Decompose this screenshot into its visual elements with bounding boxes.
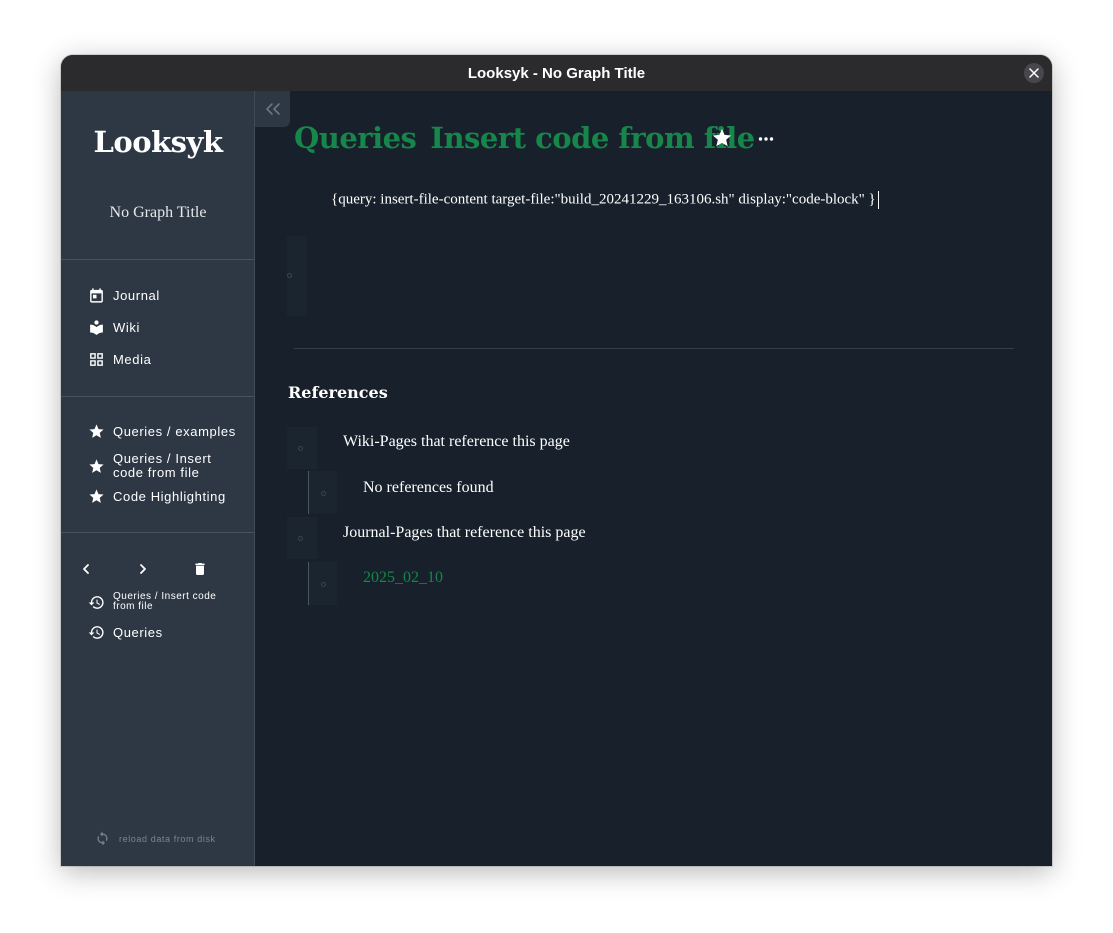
block-bullet: [298, 446, 303, 451]
main-content: Queries Insert code from file {query: ins…: [256, 91, 1052, 866]
sidebar-divider: [61, 396, 255, 397]
favourite-label: Queries / examples: [113, 424, 236, 439]
sidebar-divider: [61, 259, 255, 260]
block-bullet: [298, 536, 303, 541]
star-icon: [89, 458, 104, 473]
history-label: Queries / Insert code from file: [113, 591, 217, 612]
nav-journal[interactable]: Journal: [88, 287, 160, 304]
text-caret: [877, 191, 879, 209]
journal-reference-link[interactable]: 2025_02_10: [363, 569, 443, 587]
calendar-icon: [90, 288, 103, 303]
history-icon: [88, 626, 104, 639]
trash-icon: [195, 563, 205, 575]
history-icon: [88, 595, 104, 609]
nav-media[interactable]: Media: [88, 351, 151, 368]
page-title-part[interactable]: Queries: [294, 121, 417, 155]
reload-button[interactable]: reload data from disk: [95, 831, 216, 846]
block-bullet: [321, 491, 326, 496]
reload-label: reload data from disk: [119, 833, 216, 844]
favourite-toggle-button[interactable]: [711, 127, 733, 149]
query-block-text: {query: insert-file-content target-file:…: [331, 191, 876, 208]
nav-wiki-label: Wiki: [113, 320, 140, 335]
more-horizontal-icon: [758, 137, 774, 141]
star-icon: [712, 128, 732, 147]
wiki-references-label: Wiki-Pages that reference this page: [343, 433, 570, 450]
history-back-button[interactable]: [77, 560, 95, 578]
close-icon: [1029, 68, 1039, 78]
references-title: References: [288, 383, 388, 402]
sidebar: Looksyk No Graph Title Journal Wiki Medi…: [61, 91, 255, 866]
journal-references-label: Journal-Pages that reference this page: [343, 524, 586, 541]
history-label: Queries: [113, 625, 163, 640]
history-forward-button[interactable]: [134, 560, 152, 578]
graph-title: No Graph Title: [109, 204, 207, 221]
content-divider: [294, 348, 1014, 349]
nav-media-label: Media: [113, 352, 152, 367]
block-bullet: [287, 273, 292, 278]
star-icon: [89, 489, 104, 503]
block-bullet: [321, 582, 326, 587]
close-window-button[interactable]: [1024, 63, 1044, 83]
title-bar: Looksyk - No Graph Title: [61, 55, 1052, 91]
grid-icon: [90, 353, 103, 366]
no-references-text: No references found: [363, 479, 494, 496]
page-title-part: Insert code from file: [430, 121, 755, 155]
page-menu-button[interactable]: [756, 129, 776, 149]
clear-history-button[interactable]: [191, 560, 209, 578]
sidebar-divider: [61, 532, 255, 533]
page-title: Queries Insert code from file: [294, 121, 769, 155]
favourite-item[interactable]: Queries / Insert code from file: [88, 452, 228, 480]
app-window: Looksyk - No Graph Title Looksyk No Grap…: [61, 55, 1052, 866]
favourite-item[interactable]: Queries / examples: [88, 423, 236, 440]
chevron-right-icon: [140, 564, 146, 574]
nav-journal-label: Journal: [113, 288, 160, 303]
app-brand[interactable]: Looksyk: [61, 125, 255, 159]
star-icon: [89, 424, 104, 438]
block-handle[interactable]: [309, 562, 337, 605]
window-title: Looksyk - No Graph Title: [467, 64, 646, 82]
favourite-label: Code Highlighting: [113, 489, 226, 504]
history-item[interactable]: Queries / Insert code from file: [88, 592, 228, 612]
chevron-left-icon: [83, 564, 89, 574]
block-handle[interactable]: [287, 236, 307, 316]
nav-wiki[interactable]: Wiki: [88, 319, 140, 336]
block-handle[interactable]: [287, 517, 317, 559]
block-handle[interactable]: [287, 427, 317, 469]
block-handle[interactable]: [309, 471, 337, 514]
query-block-editor[interactable]: {query: insert-file-content target-file:…: [331, 191, 879, 209]
favourite-label: Queries / Insert code from file: [113, 451, 212, 480]
sync-icon: [97, 831, 108, 846]
history-item[interactable]: Queries: [88, 624, 163, 641]
book-icon: [90, 320, 103, 335]
favourite-item[interactable]: Code Highlighting: [88, 488, 226, 505]
